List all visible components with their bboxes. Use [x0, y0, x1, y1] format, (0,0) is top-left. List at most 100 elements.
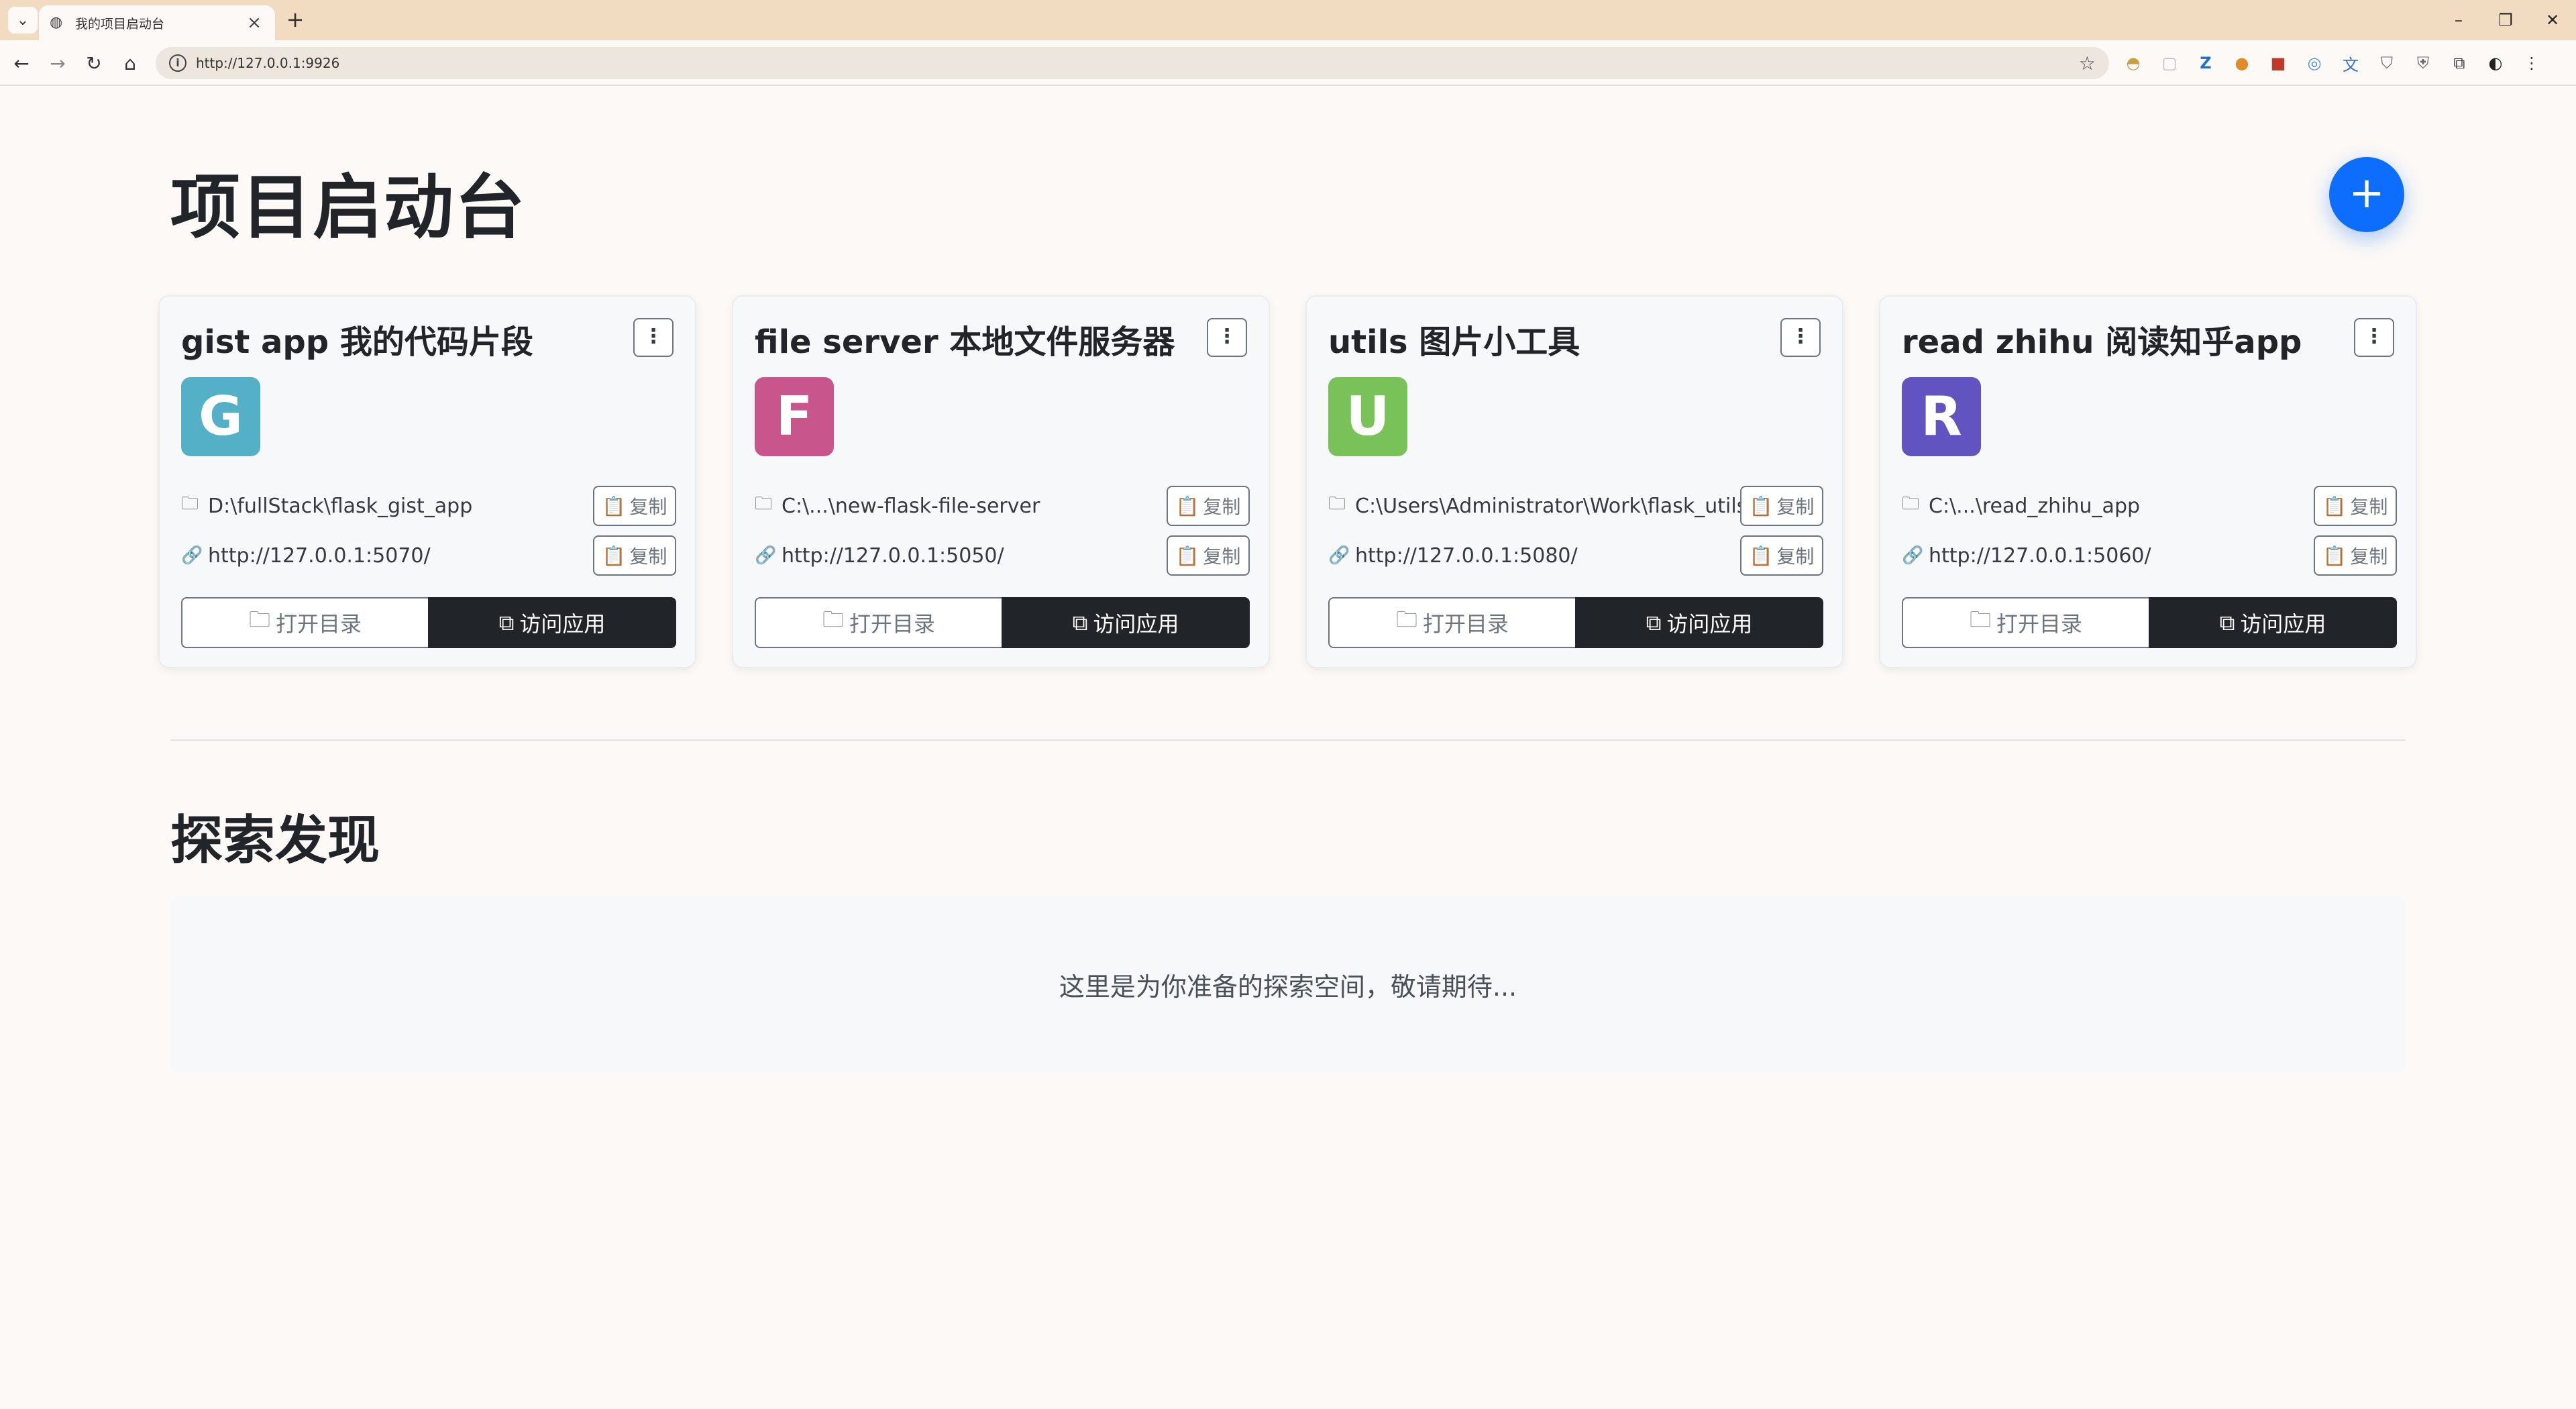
copy-path-button[interactable]: 📋 复制: [1167, 486, 1250, 526]
clipboard-icon: 📋: [602, 494, 626, 517]
visit-app-button[interactable]: ⧉ 访问应用: [428, 597, 676, 648]
reload-icon[interactable]: ↻: [79, 48, 109, 78]
add-project-button[interactable]: +: [2329, 157, 2404, 232]
folder-icon: 🗀: [1902, 494, 1920, 514]
project-url-row: 🔗 http://127.0.0.1:5060/ 📋 复制: [1902, 535, 2397, 576]
copy-url-button[interactable]: 📋 复制: [1167, 535, 1250, 576]
extension-icon-4[interactable]: ●: [2229, 50, 2255, 76]
visit-app-button[interactable]: ⧉ 访问应用: [1575, 597, 1823, 648]
extension-icon-3[interactable]: Z: [2192, 50, 2219, 76]
copy-url-button[interactable]: 📋 复制: [1740, 535, 1823, 576]
open-dir-label: 打开目录: [276, 611, 362, 637]
tab-search-icon[interactable]: ⌄: [8, 7, 38, 34]
explore-title: 探索发现: [170, 811, 380, 871]
copy-url-button[interactable]: 📋 复制: [2314, 535, 2397, 576]
card-title: read zhihu 阅读知乎app: [1902, 323, 2302, 361]
clipboard-icon: 📋: [1749, 544, 1773, 567]
project-cards: gist app 我的代码片段 ⋮ G 🗀 D:\fullStack\flask…: [158, 295, 2417, 671]
home-icon[interactable]: ⌂: [115, 48, 145, 78]
back-icon[interactable]: ←: [7, 48, 36, 78]
profile-avatar-icon[interactable]: ◐: [2482, 50, 2509, 76]
extensions-bar: ◓ ▢ Z ● ■ ◎ 文 ⛉ ⛨ ⧉ ◐ ⋮: [2120, 50, 2545, 76]
copy-label: 复制: [1203, 545, 1241, 568]
project-url: http://127.0.0.1:5070/: [208, 543, 431, 568]
copy-url-button[interactable]: 📋 复制: [593, 535, 676, 576]
forward-icon[interactable]: →: [43, 48, 72, 78]
project-card: read zhihu 阅读知乎app ⋮ R 🗀 C:\...\read_zhi…: [1879, 295, 2417, 668]
address-bar[interactable]: i http://127.0.0.1:9926 ☆: [156, 47, 2109, 79]
link-icon: 🔗: [1902, 545, 1924, 566]
window-controls: – ❐ ✕: [2435, 0, 2576, 40]
project-avatar: R: [1902, 377, 1981, 456]
card-actions: 🗀 打开目录 ⧉ 访问应用: [181, 597, 676, 648]
card-title: file server 本地文件服务器: [755, 323, 1175, 361]
external-link-icon: ⧉: [1072, 609, 1088, 635]
link-icon: 🔗: [755, 545, 777, 566]
extension-icon-5[interactable]: ■: [2265, 50, 2292, 76]
open-directory-button[interactable]: 🗀 打开目录: [755, 597, 1002, 648]
project-avatar: U: [1328, 377, 1407, 456]
folder-icon: 🗀: [248, 607, 270, 632]
browser-toolbar: ← → ↻ ⌂ i http://127.0.0.1:9926 ☆ ◓ ▢ Z …: [0, 40, 2576, 86]
address-url[interactable]: http://127.0.0.1:9926: [196, 55, 2079, 71]
new-tab-button[interactable]: +: [282, 7, 309, 34]
open-directory-button[interactable]: 🗀 打开目录: [1328, 597, 1575, 648]
card-menu-button[interactable]: ⋮: [633, 318, 674, 357]
visit-app-button[interactable]: ⧉ 访问应用: [2149, 597, 2397, 648]
folder-icon: 🗀: [822, 607, 844, 632]
project-card: file server 本地文件服务器 ⋮ F 🗀 C:\...\new-fla…: [732, 295, 1270, 668]
visit-app-label: 访问应用: [1666, 611, 1753, 637]
site-info-icon[interactable]: i: [169, 54, 186, 72]
tab-close-icon[interactable]: ×: [244, 13, 264, 33]
extension-icon-6[interactable]: ◎: [2301, 50, 2328, 76]
clipboard-icon: 📋: [1749, 494, 1773, 517]
project-path-row: 🗀 C:\...\read_zhihu_app 📋 复制: [1902, 486, 2397, 526]
card-menu-button[interactable]: ⋮: [1207, 318, 1247, 357]
extension-icon-2[interactable]: ▢: [2156, 50, 2183, 76]
open-directory-button[interactable]: 🗀 打开目录: [1902, 597, 2149, 648]
card-menu-button[interactable]: ⋮: [2354, 318, 2394, 357]
copy-label: 复制: [629, 496, 667, 518]
copy-path-button[interactable]: 📋 复制: [2314, 486, 2397, 526]
window-close-icon[interactable]: ✕: [2529, 0, 2576, 40]
copy-label: 复制: [629, 545, 667, 568]
minimize-icon[interactable]: –: [2435, 0, 2482, 40]
project-card: gist app 我的代码片段 ⋮ G 🗀 D:\fullStack\flask…: [158, 295, 696, 668]
project-path-row: 🗀 D:\fullStack\flask_gist_app 📋 复制: [181, 486, 676, 526]
project-path: C:\...\read_zhihu_app: [1929, 494, 2141, 518]
project-card: utils 图片小工具 ⋮ U 🗀 C:\Users\Administrator…: [1305, 295, 1843, 668]
copy-label: 复制: [2350, 545, 2388, 568]
project-path: C:\...\new-flask-file-server: [782, 494, 1040, 518]
copy-path-button[interactable]: 📋 复制: [593, 486, 676, 526]
clipboard-icon: 📋: [602, 544, 626, 567]
translate-icon[interactable]: 文: [2337, 50, 2364, 76]
visit-app-button[interactable]: ⧉ 访问应用: [1002, 597, 1250, 648]
open-dir-label: 打开目录: [849, 611, 936, 637]
section-divider: [170, 739, 2406, 741]
card-menu-button[interactable]: ⋮: [1780, 318, 1821, 357]
open-directory-button[interactable]: 🗀 打开目录: [181, 597, 428, 648]
open-dir-label: 打开目录: [1996, 611, 2083, 637]
folder-icon: 🗀: [1969, 607, 1991, 632]
extension-icon-8[interactable]: ⛉: [2373, 50, 2400, 76]
copy-label: 复制: [2350, 496, 2388, 518]
link-icon: 🔗: [1328, 545, 1350, 566]
extension-icon-1[interactable]: ◓: [2120, 50, 2147, 76]
folder-icon: 🗀: [181, 494, 199, 514]
restore-icon[interactable]: ❐: [2482, 0, 2529, 40]
project-url-row: 🔗 http://127.0.0.1:5080/ 📋 复制: [1328, 535, 1823, 576]
external-link-icon: ⧉: [2219, 609, 2235, 635]
visit-app-label: 访问应用: [2240, 611, 2326, 637]
browser-menu-icon[interactable]: ⋮: [2518, 50, 2545, 76]
browser-tab[interactable]: ◍ 我的项目启动台 ×: [39, 5, 275, 40]
project-url: http://127.0.0.1:5050/: [782, 543, 1004, 568]
extensions-puzzle-icon[interactable]: ⧉: [2446, 50, 2473, 76]
project-path: C:\Users\Administrator\Work\flask_utils: [1355, 494, 1740, 518]
bookmark-star-icon[interactable]: ☆: [2079, 52, 2096, 74]
copy-label: 复制: [1203, 496, 1241, 518]
link-icon: 🔗: [181, 545, 203, 566]
card-title: utils 图片小工具: [1328, 323, 1580, 361]
clipboard-icon: 📋: [1175, 544, 1199, 567]
copy-path-button[interactable]: 📋 复制: [1740, 486, 1823, 526]
extension-icon-9[interactable]: ⛨: [2410, 50, 2436, 76]
